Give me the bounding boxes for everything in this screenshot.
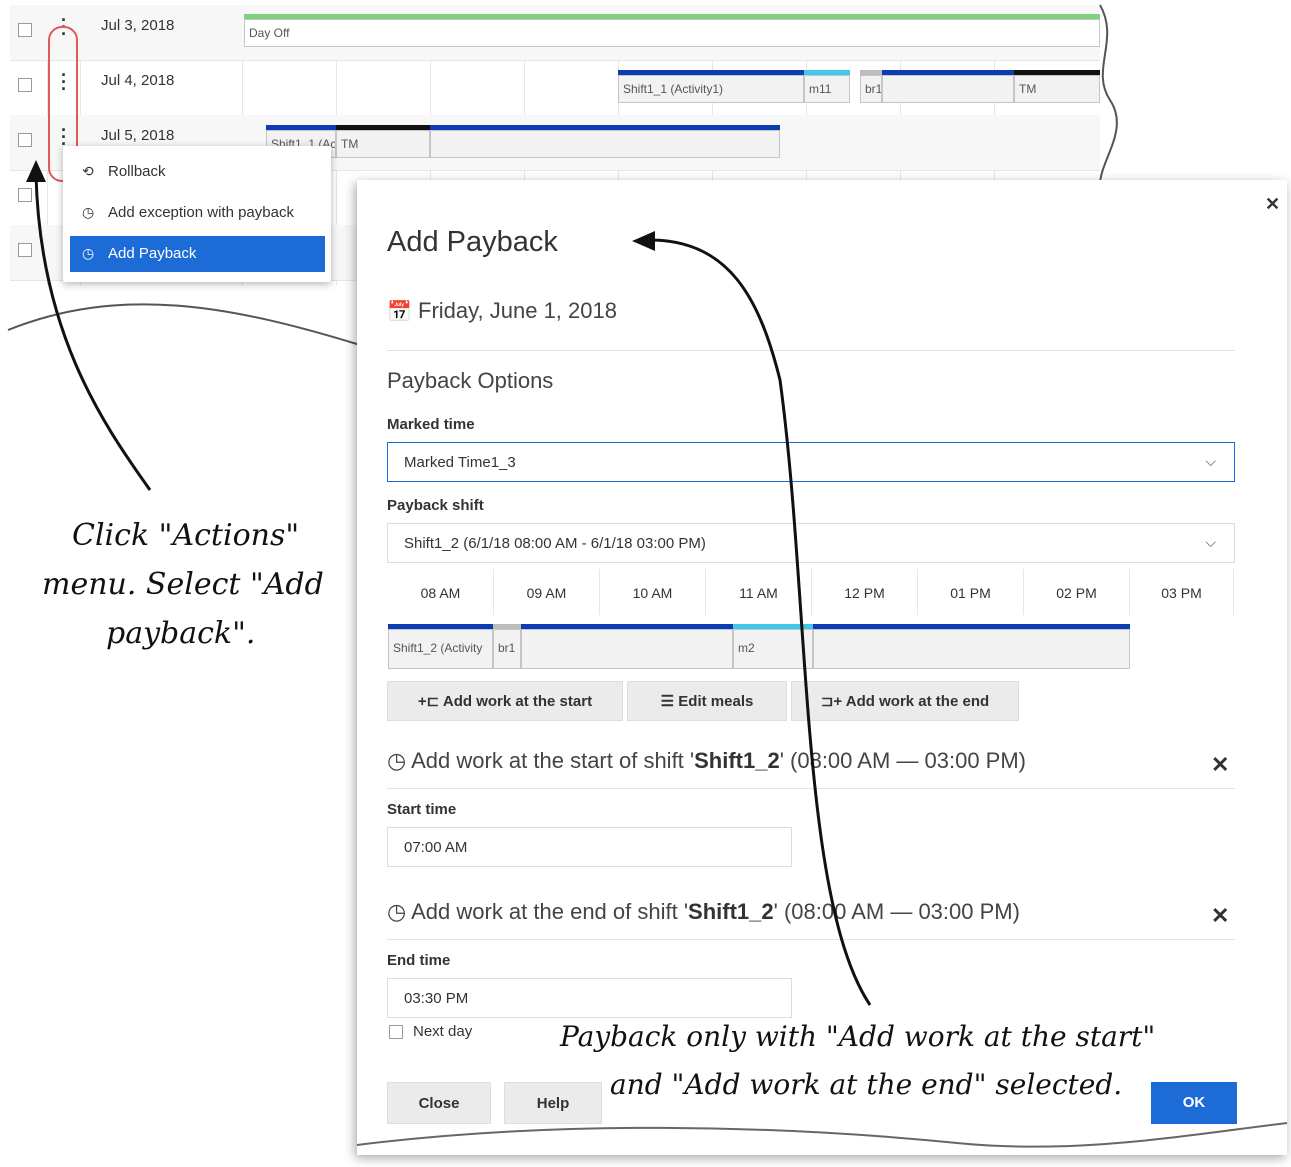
right-note-line: and "Add work at the end" selected.: [610, 1068, 1123, 1101]
left-note-line: payback".: [106, 616, 256, 651]
left-note-line: Click "Actions": [72, 518, 300, 553]
left-note-line: menu. Select "Add: [42, 567, 324, 602]
right-note-line: Payback only with "Add work at the start…: [560, 1020, 1156, 1053]
arrow-head: [632, 231, 655, 251]
arrow-head: [26, 160, 46, 182]
